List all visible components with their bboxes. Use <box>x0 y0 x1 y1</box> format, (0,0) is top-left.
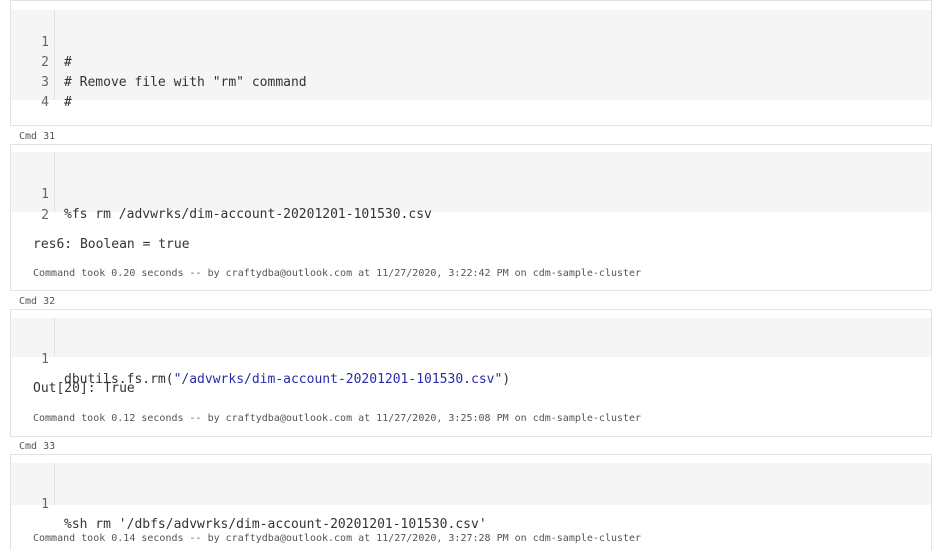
code-string-literal: "/advwrks/dim-account-20201201-101530.cs… <box>173 372 503 387</box>
line-number: 1 <box>41 352 49 367</box>
code-line: 1 %sh rm '/dbfs/advwrks/dim-account-2020… <box>11 475 931 532</box>
code-call-close: ) <box>502 372 511 387</box>
code-editor[interactable]: 1 %sh rm '/dbfs/advwrks/dim-account-2020… <box>11 463 931 532</box>
line-number: 1 <box>41 497 49 512</box>
cell-output: res6: Boolean = true <box>33 237 190 252</box>
code-editor[interactable]: 1 dbutils.fs.rm("/advwrks/dim-account-20… <box>11 318 931 387</box>
notebook-page: 1 # 2 # Remove file with "rm" command 3 … <box>0 0 934 550</box>
code-line: 1 # <box>11 13 931 70</box>
code-line: 1 dbutils.fs.rm("/advwrks/dim-account-20… <box>11 330 931 387</box>
cell-output: Out[20]: True <box>33 381 135 396</box>
code-editor[interactable]: 1 %fs rm /advwrks/dim-account-20201201-1… <box>11 152 931 223</box>
line-number: 2 <box>41 208 49 223</box>
command-status: Command took 0.12 seconds -- by craftydb… <box>33 413 642 424</box>
command-status: Command took 0.20 seconds -- by craftydb… <box>33 268 642 279</box>
code-line: 3 # <box>11 53 931 110</box>
code-text: %fs rm /advwrks/dim-account-20201201-101… <box>64 207 432 222</box>
line-number: 4 <box>41 95 49 110</box>
cell-command-label: Cmd 33 <box>19 441 56 452</box>
command-status: Command took 0.14 seconds -- by craftydb… <box>33 533 642 544</box>
cell-command-label: Cmd 32 <box>19 296 56 307</box>
code-line: 4 <box>11 73 931 110</box>
code-line: 2 # Remove file with "rm" command <box>11 33 931 90</box>
code-editor[interactable]: 1 # 2 # Remove file with "rm" command 3 … <box>11 10 931 110</box>
code-text: # <box>64 95 72 110</box>
code-text: %sh rm '/dbfs/advwrks/dim-account-202012… <box>64 517 487 532</box>
cell-command-label: Cmd 31 <box>19 131 56 142</box>
code-line: 1 %fs rm /advwrks/dim-account-20201201-1… <box>11 165 931 222</box>
code-line: 2 <box>11 186 931 223</box>
